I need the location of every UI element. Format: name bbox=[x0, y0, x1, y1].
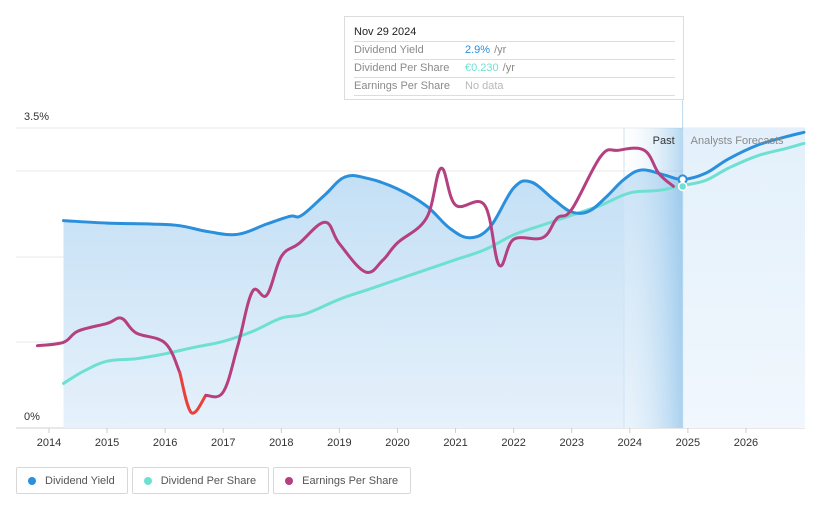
tooltip-unit: /yr bbox=[502, 62, 515, 74]
legend-dot-icon bbox=[285, 476, 294, 485]
tooltip-label: Dividend Per Share bbox=[354, 62, 450, 74]
tooltip-label: Earnings Per Share bbox=[354, 80, 450, 92]
tooltip-date: Nov 29 2024 bbox=[354, 23, 675, 42]
legend-dot-icon bbox=[28, 476, 36, 485]
x-tick-label: 2017 bbox=[211, 437, 235, 449]
tooltip-row-earnings-per-share: Earnings Per Share No data bbox=[354, 78, 675, 96]
x-tick-label: 2014 bbox=[37, 437, 61, 449]
tooltip-unit: /yr bbox=[494, 44, 507, 56]
x-tick-label: 2026 bbox=[734, 437, 758, 449]
x-tick-label: 2019 bbox=[327, 437, 351, 449]
legend-dot-icon bbox=[143, 476, 152, 485]
tooltip-row-dividend-yield: Dividend Yield 2.9% /yr bbox=[354, 42, 675, 60]
x-axis: 2014 2015 2016 2017 2018 2019 2020 2021 2022 2023… bbox=[37, 428, 758, 449]
dividend-per-share-marker bbox=[677, 181, 688, 192]
x-tick-label: 2021 bbox=[443, 437, 467, 449]
x-tick-label: 2024 bbox=[618, 437, 642, 449]
y-axis-max-label: 3.5% bbox=[24, 111, 49, 123]
legend-item-dividend-yield[interactable]: Dividend Yield bbox=[16, 467, 128, 494]
forecast-region bbox=[682, 128, 805, 428]
tooltip-value: €0.230 bbox=[465, 62, 499, 74]
x-tick-label: 2025 bbox=[676, 437, 700, 449]
legend: Dividend Yield Dividend Per Share Earnin… bbox=[16, 467, 412, 494]
legend-label: Earnings Per Share bbox=[302, 474, 399, 487]
x-tick-label: 2018 bbox=[269, 437, 293, 449]
legend-item-earnings-per-share[interactable]: Earnings Per Share bbox=[273, 467, 412, 494]
x-tick-label: 2020 bbox=[385, 437, 409, 449]
tooltip: Nov 29 2024 Dividend Yield 2.9% /yr Divi… bbox=[344, 16, 684, 100]
x-tick-label: 2023 bbox=[559, 437, 583, 449]
x-tick-label: 2016 bbox=[153, 437, 177, 449]
tooltip-value: 2.9% bbox=[465, 44, 491, 56]
analysts-forecasts-label: Analysts Forecasts bbox=[691, 135, 784, 147]
legend-label: Dividend Yield bbox=[45, 474, 115, 487]
tooltip-value: No data bbox=[465, 80, 504, 92]
past-label: Past bbox=[653, 135, 675, 147]
x-tick-label: 2015 bbox=[95, 437, 119, 449]
tooltip-label: Dividend Yield bbox=[354, 44, 424, 56]
tooltip-row-dividend-per-share: Dividend Per Share €0.230 /yr bbox=[354, 60, 675, 78]
x-tick-label: 2022 bbox=[501, 437, 525, 449]
legend-item-dividend-per-share[interactable]: Dividend Per Share bbox=[131, 467, 270, 494]
y-axis-min-label: 0% bbox=[24, 411, 40, 423]
legend-label: Dividend Per Share bbox=[160, 474, 257, 487]
